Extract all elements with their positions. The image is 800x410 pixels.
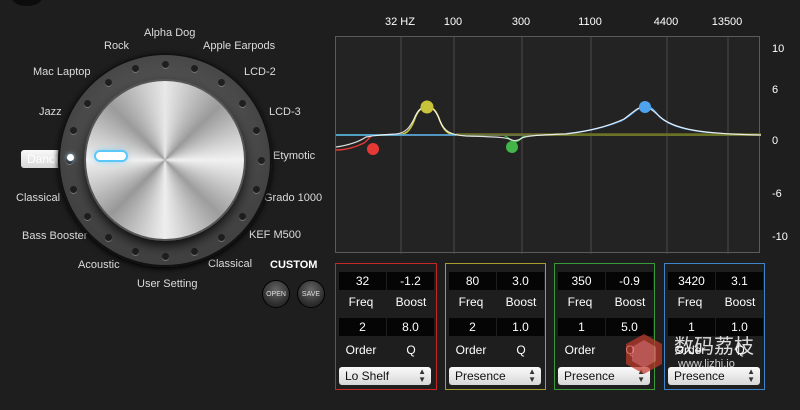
ring-notch	[131, 65, 139, 73]
watermark-title: 数码荔枝	[674, 334, 754, 358]
band3-freq-input[interactable]: 350	[558, 272, 605, 290]
preset-grado-1000[interactable]: Grado 1000	[264, 192, 322, 204]
band3-curve	[336, 134, 761, 143]
freq-label-100: 100	[443, 16, 463, 28]
ring-notch	[83, 212, 91, 220]
band1-boost-input[interactable]: -1.2	[387, 272, 434, 290]
band2-boost-label: Boost	[505, 295, 537, 309]
band2-freq-input[interactable]: 80	[449, 272, 496, 290]
top-window-control	[12, 0, 42, 6]
band4-freq-input[interactable]: 3420	[668, 272, 715, 290]
band2-q-label: Q	[516, 343, 526, 357]
db-label-6: 6	[772, 84, 779, 96]
freq-label-300: 300	[511, 16, 531, 28]
band1-boost-label: Boost	[395, 295, 427, 309]
preset-mac-laptop[interactable]: Mac Laptop	[33, 66, 90, 78]
band2-boost-input[interactable]: 3.0	[497, 272, 544, 290]
band2-order-label: Order	[455, 343, 487, 357]
band1-freq-input[interactable]: 32	[339, 272, 386, 290]
updown-arrows-icon: ▲▼	[528, 367, 536, 384]
ring-notch	[83, 100, 91, 108]
band3-order-label: Order	[564, 343, 596, 357]
band1-freq-label: Freq	[348, 295, 374, 309]
lizhi-logo-icon	[626, 334, 662, 374]
ring-notch	[252, 126, 260, 134]
preset-lcd-2[interactable]: LCD-2	[244, 66, 276, 78]
ring-notch	[131, 247, 139, 255]
db-label-10: 10	[772, 43, 785, 55]
selected-preset-led	[67, 154, 74, 161]
preset-etymotic[interactable]: Etymotic	[273, 150, 315, 162]
preset-kef-m500[interactable]: KEF M500	[249, 229, 301, 241]
band1-type-select[interactable]: Lo Shelf ▲ ▼	[339, 367, 431, 385]
band2-panel: 80 3.0 Freq Boost 2 1.0 Order Q Presence…	[445, 263, 546, 390]
preset-acoustic[interactable]: Acoustic	[78, 259, 120, 271]
band1-handle[interactable]	[367, 143, 379, 155]
custom-title: CUSTOM	[270, 259, 318, 271]
eq-curve-graph[interactable]	[335, 36, 761, 254]
band3-order-input[interactable]: 1	[558, 318, 605, 336]
band1-order-label: Order	[345, 343, 377, 357]
ring-notch	[161, 252, 169, 260]
freq-label-32hz: 32 HZ	[385, 16, 415, 28]
band1-order-input[interactable]: 2	[339, 318, 386, 336]
watermark: 数码荔枝 www.lizhi.io	[622, 330, 782, 380]
ring-notch	[191, 247, 199, 255]
preset-classical-left[interactable]: Classical	[16, 192, 60, 204]
ring-notch	[70, 126, 78, 134]
ring-notch	[252, 186, 260, 194]
band2-type-value: Presence	[455, 369, 506, 383]
db-label-neg10: -10	[772, 231, 788, 243]
band2-order-input[interactable]: 2	[449, 318, 496, 336]
open-button[interactable]: OPEN	[263, 281, 289, 307]
band4-freq-label: Freq	[677, 295, 703, 309]
db-label-0: 0	[772, 135, 779, 147]
preset-lcd-3[interactable]: LCD-3	[269, 106, 301, 118]
band3-boost-label: Boost	[614, 295, 646, 309]
band4-boost-label: Boost	[724, 295, 756, 309]
watermark-url: www.lizhi.io	[678, 358, 735, 370]
preset-alpha-dog[interactable]: Alpha Dog	[144, 27, 195, 39]
preset-user-setting[interactable]: User Setting	[137, 278, 198, 290]
ring-notch	[217, 78, 225, 86]
band1-type-value: Lo Shelf	[345, 369, 390, 383]
band2-freq-label: Freq	[458, 295, 484, 309]
band1-q-label: Q	[406, 343, 416, 357]
preset-jazz[interactable]: Jazz	[39, 106, 62, 118]
band4-boost-input[interactable]: 3.1	[716, 272, 763, 290]
band1-panel: 32 -1.2 Freq Boost 2 8.0 Order Q Lo Shel…	[335, 263, 437, 390]
band3-type-value: Presence	[564, 369, 615, 383]
band2-q-input[interactable]: 1.0	[497, 318, 544, 336]
knob-pointer-indicator	[96, 152, 126, 160]
freq-label-1100: 1100	[578, 16, 602, 28]
ring-notch	[161, 60, 169, 68]
band4-handle[interactable]	[639, 101, 651, 113]
band1-q-input[interactable]: 8.0	[387, 318, 434, 336]
band3-handle[interactable]	[506, 141, 518, 153]
band1-curve	[336, 134, 761, 151]
db-label-neg6: -6	[772, 188, 782, 200]
updown-arrows-icon: ▲▼	[418, 367, 426, 384]
freq-label-4400: 4400	[653, 16, 679, 28]
ring-notch	[257, 156, 265, 164]
band3-freq-label: Freq	[567, 295, 593, 309]
preset-bass-booster[interactable]: Bass Booster	[22, 230, 87, 242]
preset-apple-earpods[interactable]: Apple Earpods	[203, 40, 275, 52]
preset-classical-right[interactable]: Classical	[208, 258, 252, 270]
save-button[interactable]: SAVE	[298, 281, 324, 307]
combined-eq-curve	[336, 106, 761, 148]
freq-label-13500: 13500	[711, 16, 743, 28]
preset-rock[interactable]: Rock	[104, 40, 129, 52]
eq-curve-svg	[336, 37, 761, 254]
preset-knob[interactable]	[86, 81, 244, 239]
band3-boost-input[interactable]: -0.9	[606, 272, 653, 290]
ring-notch	[105, 78, 113, 86]
band2-handle[interactable]	[420, 100, 434, 114]
band2-type-select[interactable]: Presence ▲ ▼	[449, 367, 541, 385]
